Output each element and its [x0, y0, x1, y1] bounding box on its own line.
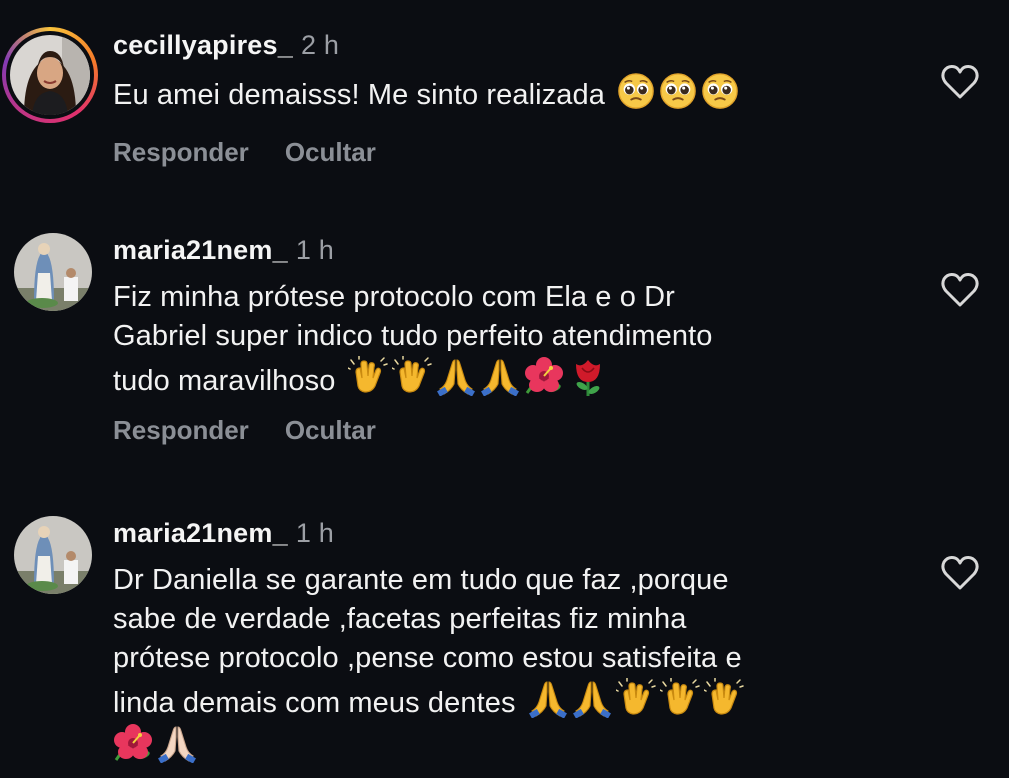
- folded-hands-icon: [480, 356, 520, 396]
- username[interactable]: maria21nem_: [113, 518, 288, 548]
- comment-header: maria21nem_ 1 h: [113, 518, 334, 549]
- comment-header: cecillyapires_ 2 h: [113, 30, 339, 61]
- avatar[interactable]: [14, 516, 92, 594]
- timestamp: 2 h: [300, 30, 340, 60]
- username[interactable]: maria21nem_: [113, 235, 288, 265]
- comment-header: maria21nem_ 1 h: [113, 235, 334, 266]
- comment-text: Eu amei demaisss! Me sinto realizada: [113, 72, 903, 115]
- folded-hands-icon: [528, 678, 568, 718]
- hibiscus-icon: [524, 356, 564, 396]
- avatar[interactable]: [14, 233, 92, 311]
- comment-text: Fiz minha prótese protocolo com Ela e o …: [113, 281, 713, 397]
- avatar-story-ring[interactable]: [2, 27, 98, 123]
- comment-text: Dr Daniella se garante em tudo que faz ,…: [113, 561, 903, 768]
- rose-icon: [568, 356, 608, 396]
- pleading-face-icon: [659, 72, 697, 110]
- clapping-hands-icon: [616, 678, 656, 718]
- hide-button[interactable]: Ocultar: [285, 415, 376, 445]
- timestamp: 1 h: [295, 518, 334, 548]
- folded-hands-icon: [436, 356, 476, 396]
- clapping-hands-icon: [392, 356, 432, 396]
- clapping-hands-icon: [660, 678, 700, 718]
- avatar: [10, 35, 90, 115]
- like-heart-icon[interactable]: [940, 553, 980, 593]
- hide-button[interactable]: Ocultar: [285, 137, 376, 167]
- like-heart-icon[interactable]: [940, 270, 980, 310]
- like-heart-icon[interactable]: [940, 62, 980, 102]
- timestamp: 1 h: [295, 235, 334, 265]
- clapping-hands-icon: [704, 678, 744, 718]
- reply-button[interactable]: Responder: [113, 137, 249, 167]
- pleading-face-icon: [617, 72, 655, 110]
- reply-button[interactable]: Responder: [113, 415, 249, 445]
- hibiscus-icon: [113, 723, 153, 763]
- comment-actions: Responder Ocultar: [113, 137, 412, 168]
- username[interactable]: cecillyapires_: [113, 30, 293, 60]
- folded-hands-icon: [572, 678, 612, 718]
- pleading-face-icon: [701, 72, 739, 110]
- comment-actions: Responder Ocultar: [113, 415, 412, 446]
- folded-hands-light-icon: [157, 723, 197, 763]
- clapping-hands-icon: [348, 356, 388, 396]
